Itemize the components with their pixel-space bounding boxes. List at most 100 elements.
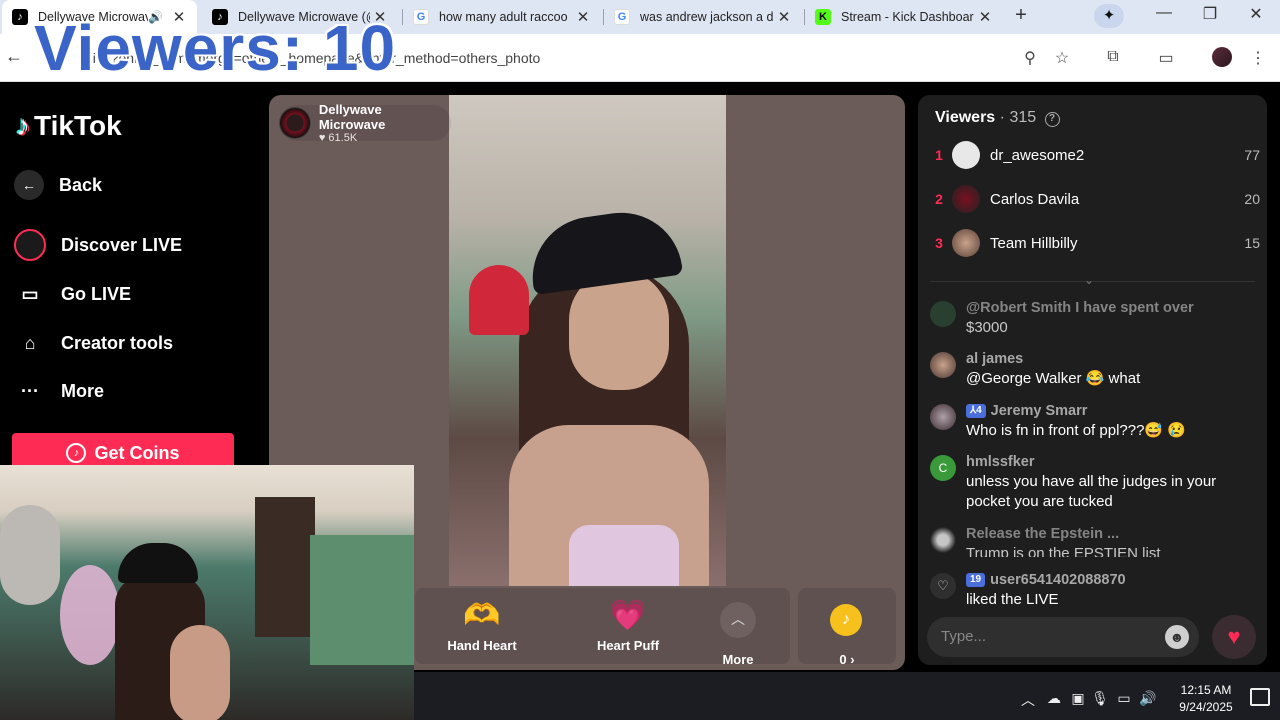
chat-message: C hmlssfker unless you have all the judg… <box>930 453 1260 512</box>
top-viewer-row[interactable]: 1 dr_awesome2 77 <box>930 139 1260 171</box>
chat-text: unless you have all the judges in your p… <box>966 473 1217 510</box>
viewers-label: Viewers <box>935 109 996 126</box>
sidebar-item-label: Creator tools <box>61 332 174 353</box>
notification-icon[interactable] <box>1250 688 1270 706</box>
chat-username: user6541402088870 <box>990 572 1126 588</box>
gift-heart-puff[interactable]: 💗 Heart Puff <box>573 594 683 653</box>
avatar <box>930 527 956 553</box>
rank-number: 2 <box>935 191 943 207</box>
cloud-icon[interactable]: ☁ <box>1044 690 1064 707</box>
tab-title: Stream - Kick Dashboar <box>841 10 974 24</box>
avatar <box>930 352 956 378</box>
close-icon[interactable]: ✕ <box>975 8 995 26</box>
chat-username: @Robert Smith I have spent over <box>966 300 1194 316</box>
volume-icon[interactable]: 🔊 <box>1138 690 1158 707</box>
kick-icon: K <box>815 9 831 25</box>
close-icon[interactable]: ✕ <box>573 8 593 26</box>
close-window-button[interactable]: ✕ <box>1236 4 1276 28</box>
close-icon[interactable]: ✕ <box>774 8 794 26</box>
host-avatar[interactable] <box>279 107 311 139</box>
chat-text: liked the LIVE <box>966 591 1059 608</box>
sparkle-icon[interactable]: ✦ <box>1094 4 1124 28</box>
host-info[interactable]: Dellywave Microwave ♥ 61.5K <box>279 102 451 144</box>
cam-shelf <box>310 535 414 665</box>
sidebar-item-label: Back <box>59 174 103 195</box>
sidebar-item-go-live[interactable]: ▭ Go LIVE <box>14 278 131 310</box>
coin-balance: 0 › <box>839 652 855 667</box>
star-icon[interactable]: ☆ <box>1050 48 1074 68</box>
stream-red-hat <box>469 265 529 335</box>
minimize-button[interactable]: — <box>1144 4 1184 28</box>
dots-icon: ··· <box>21 380 39 401</box>
sidebar-item-creator-tools[interactable]: ⌂ Creator tools <box>14 327 173 359</box>
sidebar-item-discover-live[interactable]: Discover LIVE <box>14 229 182 261</box>
like-heart-button[interactable]: ♥ <box>1212 615 1256 659</box>
tiktok-note-icon: ♪ <box>16 110 30 141</box>
live-stream-video[interactable] <box>449 95 726 586</box>
viewers-header: Viewers · 315 ? <box>935 109 1060 127</box>
chat-text: Who is fn in front of ppl???😅 😢 <box>966 422 1186 439</box>
viewer-score: 77 <box>1244 147 1260 163</box>
emoji-icon[interactable]: ☻ <box>1165 625 1189 649</box>
gift-bar: 🫶 Hand Heart 💗 Heart Puff ︿ More <box>415 588 790 667</box>
new-tab-button[interactable]: + <box>1010 4 1032 30</box>
tab-google-jackson[interactable]: G was andrew jackson a d ✕ <box>604 0 802 34</box>
restore-button[interactable]: ❐ <box>1190 4 1230 28</box>
tab-kick-dashboard[interactable]: K Stream - Kick Dashboar ✕ <box>805 0 1003 34</box>
profile-avatar[interactable] <box>1212 47 1232 67</box>
avatar <box>952 229 980 257</box>
avatar: C <box>930 455 956 481</box>
microphone-icon[interactable]: 🎙 <box>1090 690 1110 707</box>
avatar <box>952 185 980 213</box>
chevron-down-icon[interactable]: ⌄ <box>1084 273 1094 287</box>
tiktok-logo[interactable]: ♪ TikTok <box>16 110 122 142</box>
google-icon: G <box>614 9 630 25</box>
hand-heart-icon: 🫶 <box>463 599 501 632</box>
heart-puff-icon: 💗 <box>609 599 647 632</box>
viewer-score: 20 <box>1244 191 1260 207</box>
taskbar-clock[interactable]: 12:15 AM 9/24/2025 <box>1166 682 1246 716</box>
menu-dots-icon[interactable]: ⋮ <box>1246 48 1270 68</box>
chat-text: Trump is on the EPSTIEN list <box>966 545 1161 557</box>
gift-hand-heart[interactable]: 🫶 Hand Heart <box>427 594 537 653</box>
extensions-icon[interactable]: ⧉ <box>1101 48 1125 66</box>
device-icon[interactable]: ▣ <box>1068 690 1088 707</box>
camera-icon: ▭ <box>21 283 39 304</box>
viewer-name: dr_awesome2 <box>990 146 1085 164</box>
network-icon[interactable]: ▭ <box>1114 690 1134 707</box>
cam-door <box>255 497 315 637</box>
live-avatar-icon <box>14 229 46 261</box>
sidebar-item-more[interactable]: ··· More <box>14 375 104 407</box>
avatar <box>952 141 980 169</box>
help-icon[interactable]: ? <box>1044 112 1060 127</box>
tab-google-raccoon[interactable]: G how many adult raccoo ✕ <box>403 0 601 34</box>
heart-outline-icon: ♡ <box>930 573 956 599</box>
gift-more-label[interactable]: More <box>705 652 771 667</box>
chat-username: al james <box>966 351 1024 367</box>
cast-icon[interactable]: ▭ <box>1154 48 1178 68</box>
top-viewer-row[interactable]: 2 Carlos Davila 20 <box>930 183 1260 215</box>
chat-username: Jeremy Smarr <box>990 403 1088 419</box>
viewer-name: Carlos Davila <box>990 190 1080 208</box>
chat-username: Release the Epstein ... <box>966 526 1120 542</box>
chat-input[interactable]: Type... ☻ <box>927 617 1199 657</box>
coin-icon: ♪ <box>830 604 862 636</box>
heart-icon: ♥ <box>318 132 329 144</box>
chat-placeholder: Type... <box>941 628 987 645</box>
chevron-up-icon[interactable]: ︿ <box>720 602 756 638</box>
zoom-icon[interactable]: ⚲ <box>1018 48 1042 68</box>
back-arrow-icon[interactable]: ← <box>2 46 26 67</box>
level-badge: 19 <box>966 573 986 587</box>
coin-balance-box[interactable]: ♪ 0 › <box>798 588 896 667</box>
chat-message: ⅄4 Jeremy Smarr Who is fn in front of ppl… <box>930 402 1260 441</box>
avatar <box>930 404 956 430</box>
windows-taskbar: ︿ ☁ ▣ 🎙 ▭ 🔊 12:15 AM 9/24/2025 <box>414 672 1280 720</box>
creator-tools-icon: ⌂ <box>24 332 36 353</box>
cam-microphone <box>0 505 60 605</box>
top-viewer-row[interactable]: 3 Team Hillbilly 15 <box>930 227 1260 259</box>
chat-message: Release the Epstein ... Trump is on the … <box>930 525 1260 557</box>
sidebar-item-back[interactable]: ← Back <box>14 170 102 200</box>
coin-outline-icon: ♪ <box>66 443 87 463</box>
tray-chevron-icon[interactable]: ︿ <box>1018 690 1038 710</box>
cam-figure-arm <box>170 625 230 720</box>
